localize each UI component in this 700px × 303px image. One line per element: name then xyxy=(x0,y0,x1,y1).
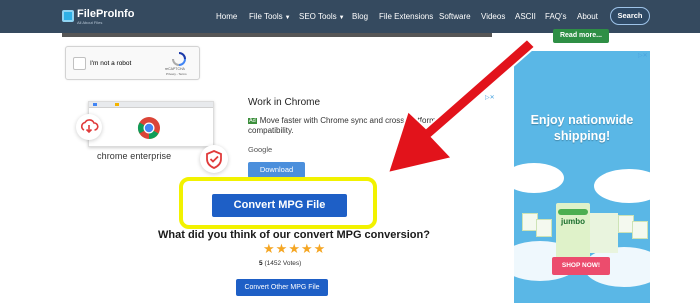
recaptcha-terms[interactable]: Privacy - Terms xyxy=(166,72,187,76)
download-cloud-icon xyxy=(76,114,102,140)
star-icon[interactable]: ★ xyxy=(263,242,275,255)
right-ad-product: jumbo xyxy=(561,217,585,226)
shop-now-button[interactable]: SHOP NOW! xyxy=(552,257,610,275)
right-ad-banner[interactable]: ▷✕ Enjoy nationwide shipping! jumbo SHOP… xyxy=(514,51,650,303)
nav-seo-tools[interactable]: SEO Tools ▼ xyxy=(299,12,345,21)
nav-about[interactable]: About xyxy=(577,12,598,21)
ad-description-line1: Ad Move faster with Chrome sync and cross… xyxy=(248,116,436,125)
nav-ascii[interactable]: ASCII xyxy=(515,12,536,21)
browser-mockup: chrome enterprise xyxy=(88,101,214,161)
right-ad-headline-line2: shipping! xyxy=(553,129,611,143)
product-pack-icon: jumbo xyxy=(556,203,590,261)
ad-description-line2: compatibility. xyxy=(248,126,294,135)
recaptcha-widget: I'm not a robot reCAPTCHA Privacy - Term… xyxy=(65,46,200,80)
rating-summary: 5 (1452 Votes) xyxy=(259,260,301,267)
nav-seo-tools-label: SEO Tools xyxy=(299,12,337,21)
ad-image[interactable]: chrome enterprise xyxy=(76,99,230,175)
ad-title[interactable]: Work in Chrome xyxy=(248,97,320,108)
chrome-icon xyxy=(138,117,160,139)
ad-download-button[interactable]: Download xyxy=(248,162,305,178)
nav-file-tools[interactable]: File Tools ▼ xyxy=(249,12,291,21)
ad-choices-icon[interactable]: ▷✕ xyxy=(638,52,648,59)
recaptcha-icon xyxy=(172,52,186,66)
right-ad-headline: Enjoy nationwide shipping! xyxy=(514,112,650,144)
logo-icon xyxy=(62,10,74,22)
star-icon[interactable]: ★ xyxy=(314,242,326,255)
logo-name: FileProInfo xyxy=(77,8,135,20)
ad-badge: Ad xyxy=(248,118,257,124)
ad-choices-icon[interactable]: ▷✕ xyxy=(485,94,495,101)
nav-faqs[interactable]: FAQ's xyxy=(545,12,567,21)
nav-home[interactable]: Home xyxy=(216,12,237,21)
logo-tagline: All About Files xyxy=(77,20,103,25)
product-pack-icon xyxy=(536,219,552,237)
rating-votes: (1452 Votes) xyxy=(264,260,302,267)
read-more-button[interactable]: Read more... xyxy=(553,29,609,43)
nav-software[interactable]: Software xyxy=(439,12,471,21)
convert-mpg-button[interactable]: Convert MPG File xyxy=(212,194,347,217)
chevron-down-icon: ▼ xyxy=(284,15,291,21)
nav-file-tools-label: File Tools xyxy=(249,12,283,21)
ad-source: Google xyxy=(248,145,273,154)
recaptcha-label: I'm not a robot xyxy=(90,60,132,67)
ad-description-text: Move faster with Chrome sync and cross-p… xyxy=(259,116,436,125)
header-band xyxy=(62,33,492,37)
product-box-icon xyxy=(588,213,618,253)
rating-score: 5 xyxy=(259,260,263,267)
convert-other-button[interactable]: Convert Other MPG File xyxy=(236,279,328,296)
search-button[interactable]: Search xyxy=(610,7,650,25)
chevron-down-icon: ▼ xyxy=(338,15,345,21)
nav-file-extensions[interactable]: File Extensions xyxy=(379,12,433,21)
star-icon[interactable]: ★ xyxy=(276,242,288,255)
nav-blog[interactable]: Blog xyxy=(352,12,368,21)
star-rating[interactable]: ★ ★ ★ ★ ★ xyxy=(263,242,326,257)
ad-image-text: chrome enterprise xyxy=(97,151,172,161)
star-icon[interactable]: ★ xyxy=(288,242,300,255)
right-ad-headline-line1: Enjoy nationwide xyxy=(530,113,634,127)
nav-videos[interactable]: Videos xyxy=(481,12,505,21)
page: FileProInfo All About Files Home File To… xyxy=(0,0,700,303)
star-icon[interactable]: ★ xyxy=(301,242,313,255)
product-pack-icon xyxy=(632,221,648,239)
recaptcha-checkbox[interactable] xyxy=(73,57,86,70)
recaptcha-brand: reCAPTCHA xyxy=(165,67,185,71)
shield-check-icon xyxy=(200,145,228,173)
feedback-question: What did you think of our convert MPG co… xyxy=(158,229,430,241)
site-logo[interactable]: FileProInfo All About Files xyxy=(62,9,134,25)
